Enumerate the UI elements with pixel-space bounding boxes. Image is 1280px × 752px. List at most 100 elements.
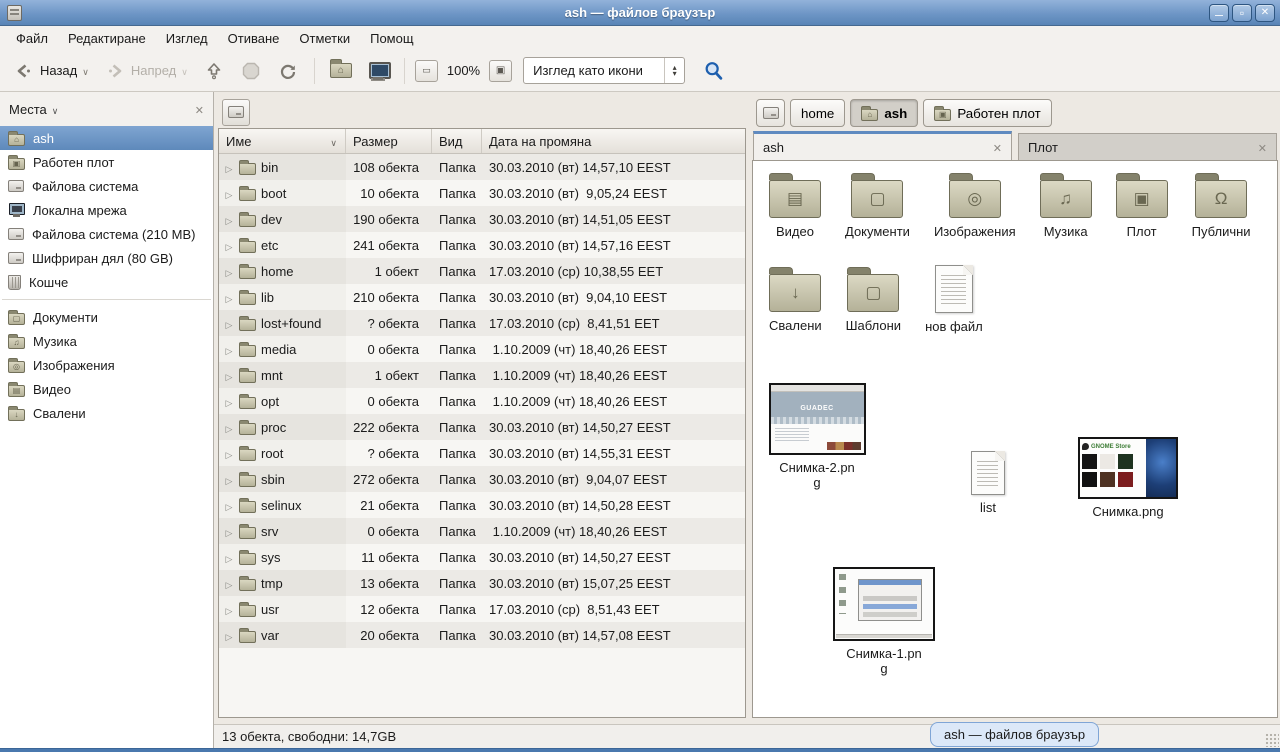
sidebar-item-local-network[interactable]: Локална мрежа <box>0 198 213 222</box>
combo-arrows-icon[interactable] <box>664 58 684 83</box>
expander-icon[interactable] <box>224 576 234 591</box>
expander-icon[interactable] <box>224 316 234 331</box>
icon-templates[interactable]: ▢Шаблони <box>846 265 901 333</box>
icon-public[interactable]: ΩПублични <box>1192 171 1251 239</box>
sidebar-item-documents[interactable]: ▢Документи <box>0 305 213 329</box>
file-list[interactable]: list <box>933 451 1043 515</box>
tab-close-icon[interactable] <box>993 140 1002 155</box>
expander-icon[interactable] <box>224 238 234 253</box>
maximize-button[interactable] <box>1232 4 1252 22</box>
table-row[interactable]: sys11 обектаПапка30.03.2010 (вт) 14,50,2… <box>219 544 745 570</box>
icon-downloads[interactable]: ↓Свалени <box>769 265 822 333</box>
icon-documents[interactable]: ▢Документи <box>845 171 910 239</box>
table-row[interactable]: boot10 обектаПапка30.03.2010 (вт) 9,05,2… <box>219 180 745 206</box>
table-row[interactable]: etc241 обектаПапка30.03.2010 (вт) 14,57,… <box>219 232 745 258</box>
column-header-date[interactable]: Дата на промяна <box>482 129 745 153</box>
breadcrumb-root-button[interactable] <box>222 99 250 126</box>
chevron-down-icon[interactable] <box>52 102 59 117</box>
icon-new-file[interactable]: нов файл <box>925 265 983 334</box>
search-button[interactable] <box>698 57 730 85</box>
sidebar-item-videos[interactable]: ▤Видео <box>0 377 213 401</box>
expander-icon[interactable] <box>224 498 234 513</box>
file-snimka-png[interactable]: GNOME StoreСнимка.png <box>1073 437 1183 519</box>
file-snimka-1-png[interactable]: Снимка-1.png <box>829 567 939 676</box>
expander-icon[interactable] <box>224 472 234 487</box>
expander-icon[interactable] <box>224 550 234 565</box>
sidebar-item-downloads[interactable]: ↓Свалени <box>0 401 213 425</box>
zoom-in-button[interactable] <box>489 60 512 82</box>
table-row[interactable]: mnt1 обектПапка 1.10.2009 (чт) 18,40,26 … <box>219 362 745 388</box>
menu-help[interactable]: Помощ <box>360 28 423 49</box>
stop-button[interactable] <box>235 57 267 85</box>
expander-icon[interactable] <box>224 602 234 617</box>
sidebar-item-music[interactable]: ♫Музика <box>0 329 213 353</box>
forward-button[interactable]: Напред <box>99 57 193 85</box>
menu-bookmarks[interactable]: Отметки <box>289 28 360 49</box>
back-button[interactable]: Назад <box>8 57 94 85</box>
menu-view[interactable]: Изглед <box>156 28 218 49</box>
expander-icon[interactable] <box>224 186 234 201</box>
table-row[interactable]: lost+found? обектаПапка17.03.2010 (ср) 8… <box>219 310 745 336</box>
table-row[interactable]: usr12 обектаПапка17.03.2010 (ср) 8,51,43… <box>219 596 745 622</box>
home-button[interactable] <box>325 59 357 82</box>
icon-music[interactable]: ♫Музика <box>1040 171 1092 239</box>
expander-icon[interactable] <box>224 368 234 383</box>
table-row[interactable]: lib210 обектаПапка30.03.2010 (вт) 9,04,1… <box>219 284 745 310</box>
sidebar-item-desktop[interactable]: ▣Работен плот <box>0 150 213 174</box>
menu-go[interactable]: Отиване <box>218 28 290 49</box>
computer-button[interactable] <box>362 58 394 84</box>
expander-icon[interactable] <box>224 290 234 305</box>
sidebar-item-encrypted-80gb[interactable]: Шифриран дял (80 GB) <box>0 246 213 270</box>
zoom-out-button[interactable] <box>415 60 438 82</box>
breadcrumb-desktop[interactable]: ▣Работен плот <box>923 99 1051 127</box>
expander-icon[interactable] <box>224 160 234 175</box>
up-button[interactable] <box>198 57 230 85</box>
table-row[interactable]: root? обектаПапка30.03.2010 (вт) 14,55,3… <box>219 440 745 466</box>
expander-icon[interactable] <box>224 394 234 409</box>
sidebar-item-pictures[interactable]: ◎Изображения <box>0 353 213 377</box>
breadcrumb-filesystem[interactable] <box>756 99 785 127</box>
table-row[interactable]: tmp13 обектаПапка30.03.2010 (вт) 15,07,2… <box>219 570 745 596</box>
column-header-type[interactable]: Вид <box>432 129 482 153</box>
menu-file[interactable]: Файл <box>6 28 58 49</box>
expander-icon[interactable] <box>224 420 234 435</box>
table-row[interactable]: home1 обектПапка17.03.2010 (ср) 10,38,55… <box>219 258 745 284</box>
sidebar-item-ash[interactable]: ⌂ash <box>0 126 213 150</box>
table-row[interactable]: opt0 обектаПапка 1.10.2009 (чт) 18,40,26… <box>219 388 745 414</box>
icon-pictures[interactable]: ◎Изображения <box>934 171 1016 239</box>
resize-grip[interactable] <box>1265 733 1279 747</box>
icon-video[interactable]: ▤Видео <box>769 171 821 239</box>
expander-icon[interactable] <box>224 628 234 643</box>
sidebar-item-trash[interactable]: Кошче <box>0 270 213 294</box>
minimize-button[interactable] <box>1209 4 1229 22</box>
view-mode-select[interactable]: Изглед като икони <box>523 57 685 84</box>
table-row[interactable]: dev190 обектаПапка30.03.2010 (вт) 14,51,… <box>219 206 745 232</box>
tab-plot[interactable]: Плот <box>1018 133 1277 160</box>
breadcrumb-home[interactable]: home <box>790 99 845 127</box>
tab-close-icon[interactable] <box>1258 140 1267 155</box>
table-row[interactable]: selinux21 обектаПапка30.03.2010 (вт) 14,… <box>219 492 745 518</box>
expander-icon[interactable] <box>224 342 234 357</box>
breadcrumb-ash[interactable]: ⌂ash <box>850 99 918 127</box>
sidebar-item-filesystem[interactable]: Файлова система <box>0 174 213 198</box>
close-button[interactable] <box>1255 4 1275 22</box>
reload-button[interactable] <box>272 57 304 85</box>
table-row[interactable]: bin108 обектаПапка30.03.2010 (вт) 14,57,… <box>219 154 745 180</box>
expander-icon[interactable] <box>224 446 234 461</box>
expander-icon[interactable] <box>224 212 234 227</box>
column-header-size[interactable]: Размер <box>346 129 432 153</box>
expander-icon[interactable] <box>224 264 234 279</box>
expander-icon[interactable] <box>224 524 234 539</box>
sidebar-item-filesystem-210mb[interactable]: Файлова система (210 MB) <box>0 222 213 246</box>
file-snimka-2-png[interactable]: GUADECСнимка-2.png <box>762 383 872 490</box>
back-dropdown-icon[interactable] <box>82 63 89 78</box>
table-row[interactable]: sbin272 обектаПапка30.03.2010 (вт) 9,04,… <box>219 466 745 492</box>
table-row[interactable]: var20 обектаПапка30.03.2010 (вт) 14,57,0… <box>219 622 745 648</box>
table-row[interactable]: srv0 обектаПапка 1.10.2009 (чт) 18,40,26… <box>219 518 745 544</box>
menu-edit[interactable]: Редактиране <box>58 28 156 49</box>
table-row[interactable]: proc222 обектаПапка30.03.2010 (вт) 14,50… <box>219 414 745 440</box>
sidebar-close-icon[interactable] <box>195 102 204 117</box>
tab-ash[interactable]: ash <box>753 131 1012 160</box>
column-header-name[interactable]: Име <box>219 129 346 153</box>
table-row[interactable]: media0 обектаПапка 1.10.2009 (чт) 18,40,… <box>219 336 745 362</box>
